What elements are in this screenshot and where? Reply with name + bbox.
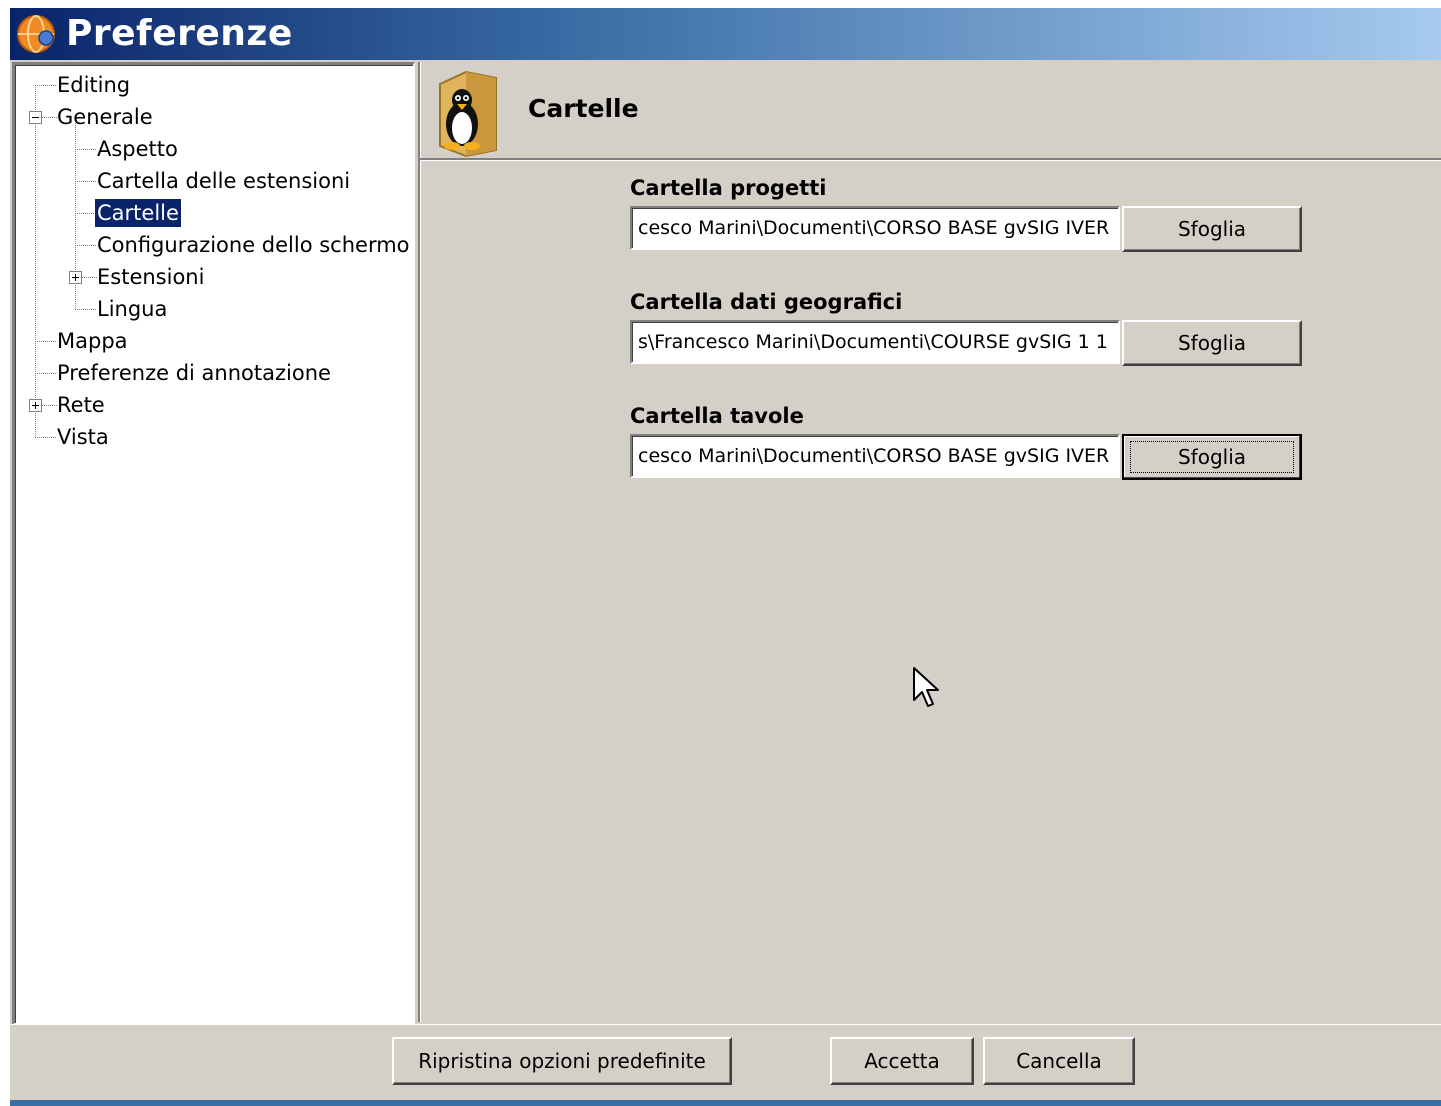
- sfoglia-dati-geografici-button[interactable]: Sfoglia: [1122, 320, 1302, 366]
- restore-defaults-button[interactable]: Ripristina opzioni predefinite: [392, 1037, 732, 1085]
- cartella-dati-geografici-label: Cartella dati geografici: [630, 290, 903, 314]
- window-title: Preferenze: [66, 13, 293, 54]
- expand-toggle-estensioni[interactable]: [69, 271, 82, 284]
- accept-button[interactable]: Accetta: [830, 1037, 974, 1085]
- preferences-dialog: Editing Generale Aspetto Cartella delle …: [10, 60, 1441, 1100]
- penguin-folder-icon: [439, 70, 497, 158]
- collapse-toggle-generale[interactable]: [29, 111, 42, 124]
- cancel-button[interactable]: Cancella: [983, 1037, 1135, 1085]
- cartella-dati-geografici-field[interactable]: [630, 320, 1120, 364]
- tree-item-rete[interactable]: Rete: [55, 391, 107, 419]
- page-header: Cartelle: [420, 62, 1441, 160]
- tree-item-aspetto[interactable]: Aspetto: [95, 135, 180, 163]
- tree-item-estensioni[interactable]: Estensioni: [95, 263, 206, 291]
- gvsig-globe-icon: [17, 15, 55, 53]
- preferences-tree[interactable]: Editing Generale Aspetto Cartella delle …: [12, 62, 415, 1025]
- dialog-footer: Ripristina opzioni predefinite Accetta C…: [10, 1024, 1441, 1101]
- tree-item-preferenze-di-annotazione[interactable]: Preferenze di annotazione: [55, 359, 333, 387]
- sfoglia-dati-geografici-label: Sfoglia: [1177, 331, 1247, 355]
- tree-item-cartella-delle-estensioni[interactable]: Cartella delle estensioni: [95, 167, 352, 195]
- restore-defaults-label: Ripristina opzioni predefinite: [418, 1049, 706, 1073]
- cartella-tavole-label: Cartella tavole: [630, 404, 804, 428]
- page-title: Cartelle: [528, 94, 639, 123]
- cartella-progetti-label: Cartella progetti: [630, 176, 827, 200]
- expand-toggle-rete[interactable]: [29, 399, 42, 412]
- cancel-label: Cancella: [1016, 1049, 1102, 1073]
- sfoglia-progetti-label: Sfoglia: [1177, 217, 1247, 241]
- tree-item-cartelle[interactable]: Cartelle: [95, 199, 181, 227]
- tree-item-vista[interactable]: Vista: [55, 423, 111, 451]
- preferences-page-panel: Cartelle Cartella progetti Sfoglia Carte…: [418, 62, 1441, 1022]
- sfoglia-tavole-label: Sfoglia: [1177, 445, 1247, 469]
- tree-item-lingua[interactable]: Lingua: [95, 295, 169, 323]
- tree-item-mappa[interactable]: Mappa: [55, 327, 130, 355]
- sfoglia-tavole-button[interactable]: Sfoglia: [1122, 434, 1302, 480]
- window-bottom-edge: [10, 1100, 1441, 1106]
- tree-item-editing[interactable]: Editing: [55, 71, 132, 99]
- tree-item-generale[interactable]: Generale: [55, 103, 155, 131]
- sfoglia-progetti-button[interactable]: Sfoglia: [1122, 206, 1302, 252]
- cartella-tavole-field[interactable]: [630, 434, 1120, 478]
- accept-label: Accetta: [864, 1049, 940, 1073]
- title-bar[interactable]: Preferenze: [10, 8, 1441, 60]
- tree-item-configurazione-dello-schermo[interactable]: Configurazione dello schermo: [95, 231, 412, 259]
- mouse-pointer-icon: [913, 667, 939, 707]
- cartella-progetti-field[interactable]: [630, 206, 1120, 250]
